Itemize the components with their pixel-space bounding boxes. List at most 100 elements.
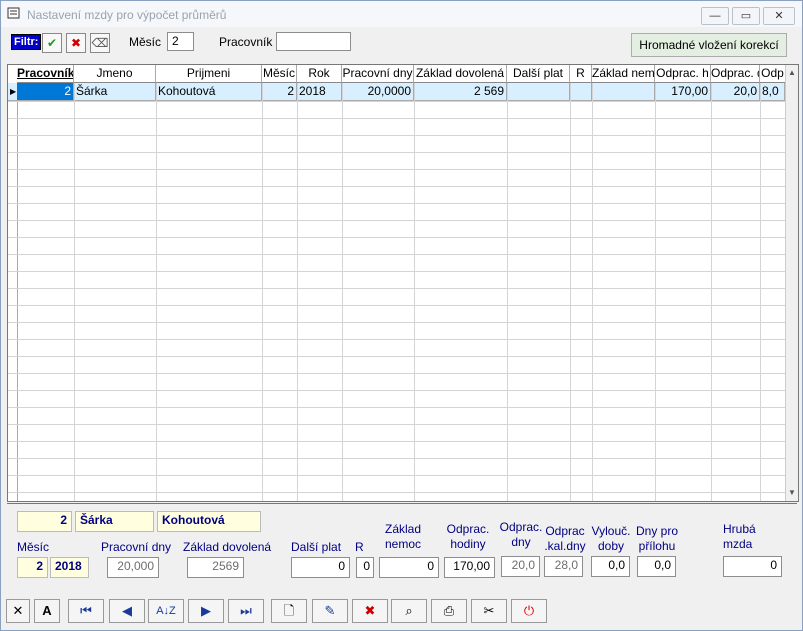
grid-column-line [156, 83, 157, 501]
detail-vylouc-doby-label: Vylouč. doby [591, 524, 631, 553]
apply-filter-button[interactable]: ✔ [42, 33, 62, 53]
detail-vylouc-doby[interactable]: 0,0 [591, 556, 630, 577]
mesic-filter-input[interactable]: 2 [167, 32, 194, 51]
grid-column-line [570, 83, 571, 501]
col-header-odprac-hodiny[interactable]: Odprac. h [655, 65, 711, 83]
vertical-scrollbar[interactable]: ▲ ▼ [785, 65, 798, 501]
col-header-rok[interactable]: Rok [297, 65, 342, 83]
close-record-button[interactable]: ✕ [6, 599, 30, 623]
grid-column-line [655, 83, 656, 501]
delete-record-button[interactable]: ✖ [352, 599, 388, 623]
detail-r[interactable]: 0 [356, 557, 374, 578]
detail-mesic[interactable]: 2 [17, 557, 48, 578]
first-record-icon: ⏮ [80, 603, 92, 618]
title-bar: Nastavení mzdy pro výpočet průměrů — ▭ ✕ [1, 1, 802, 27]
col-header-zaklad-dovolena[interactable]: Základ dovolená [414, 65, 507, 83]
cell-odprac-hodiny[interactable]: 170,00 [655, 83, 711, 100]
close-window-button[interactable]: ✕ [763, 7, 795, 25]
detail-odprac-hodiny[interactable]: 170,00 [444, 557, 495, 578]
grid-row-line [8, 101, 785, 102]
restore-button[interactable]: ▭ [732, 7, 760, 25]
last-record-icon: ⏭ [240, 603, 252, 618]
grid-column-line [760, 83, 761, 501]
cell-zaklad-nemoc[interactable] [592, 83, 655, 100]
tools-button[interactable]: ✂ [471, 599, 507, 623]
first-record-button[interactable]: ⏮ [68, 599, 104, 623]
print-button[interactable]: ⎙ [431, 599, 467, 623]
detail-odprac-dny[interactable]: 20,0 [501, 556, 540, 577]
col-header-odp[interactable]: Odp [760, 65, 786, 83]
cell-r[interactable] [570, 83, 592, 100]
grid-row-line [8, 356, 785, 357]
power-button[interactable]: ⏻ [511, 599, 547, 623]
previous-record-button[interactable]: ◀ [109, 599, 145, 623]
grid-row-line [8, 441, 785, 442]
col-header-mesic[interactable]: Měsíc [262, 65, 297, 83]
cell-zaklad-dovolena[interactable]: 2 569 [414, 83, 507, 100]
check-icon: ✔ [46, 36, 58, 50]
bottom-toolbar: ✕ A ⏮ ◀ A↓Z ▶ ⏭ 🗋 ✎ ✖ ⌕ ⎙ ✂ ⏻ [1, 597, 802, 627]
cell-pracovni-dny[interactable]: 20,0000 [342, 83, 414, 100]
main-window: Nastavení mzdy pro výpočet průměrů — ▭ ✕… [0, 0, 803, 631]
minimize-button[interactable]: — [701, 7, 729, 25]
detail-rok[interactable]: 2018 [50, 557, 89, 578]
col-header-dalsi-plat[interactable]: Další plat [507, 65, 570, 83]
detail-zaklad-nemoc[interactable]: 0 [379, 557, 439, 578]
cell-dalsi-plat[interactable] [507, 83, 570, 100]
scroll-up-icon[interactable]: ▲ [786, 67, 798, 79]
grid-column-line [262, 83, 263, 501]
grid-row-line [8, 458, 785, 459]
grid-row-line [8, 373, 785, 374]
new-record-button[interactable]: 🗋 [271, 599, 307, 623]
detail-odprac-dny-label: Odprac. dny [499, 520, 543, 549]
data-grid[interactable]: ▶ Pracovník Jmeno Prijmeni Měsíc Rok Pra… [7, 64, 799, 502]
cell-odp[interactable]: 8,0 [760, 83, 785, 100]
cell-odprac-dny[interactable]: 20,0 [711, 83, 760, 100]
detail-dny-pro-prilohu[interactable]: 0,0 [637, 556, 676, 577]
col-header-odprac-dny[interactable]: Odprac. d [711, 65, 760, 83]
detail-dny-pro-prilohu-label: Dny pro přílohu [635, 524, 679, 553]
last-record-button[interactable]: ⏭ [228, 599, 264, 623]
detail-pracovnik[interactable]: 2 [17, 511, 72, 532]
cell-jmeno[interactable]: Šárka [74, 83, 156, 100]
col-header-prijmeni[interactable]: Prijmeni [156, 65, 262, 83]
grid-row-line [8, 475, 785, 476]
detail-odprac-kal-dny[interactable]: 28,0 [544, 556, 583, 577]
detail-pracovni-dny-label: Pracovní dny [101, 540, 172, 554]
print-icon: ⎙ [443, 603, 455, 618]
detail-pracovni-dny[interactable]: 20,000 [107, 557, 159, 578]
detail-dalsi-plat[interactable]: 0 [291, 557, 350, 578]
col-header-pracovni-dny[interactable]: Pracovní dny [342, 65, 414, 83]
cancel-filter-button[interactable]: ✖ [66, 33, 86, 53]
filter-bar: Filtr: ✔ ✖ ⌫ Měsíc 2 Pracovník Hromadné … [1, 28, 802, 60]
grid-row-line [8, 237, 785, 238]
detail-hruba-mzda[interactable]: 0 [723, 556, 782, 577]
col-header-jmeno[interactable]: Jmeno [74, 65, 156, 83]
col-header-pracovnik[interactable]: Pracovník [17, 65, 74, 83]
col-header-zaklad-nemoc[interactable]: Základ nem [592, 65, 655, 83]
row-indicator-column [8, 65, 18, 501]
cell-rok[interactable]: 2018 [297, 83, 342, 100]
next-record-button[interactable]: ▶ [188, 599, 224, 623]
scroll-down-icon[interactable]: ▼ [786, 487, 798, 499]
cell-mesic[interactable]: 2 [262, 83, 297, 100]
clear-filter-button[interactable]: ⌫ [90, 33, 110, 53]
sort-button[interactable]: A↓Z [148, 599, 184, 623]
close-icon: ✕ [12, 603, 24, 618]
detail-zaklad-dovolena[interactable]: 2569 [187, 557, 244, 578]
col-header-r[interactable]: R [570, 65, 592, 83]
find-button[interactable]: ⌕ [391, 599, 427, 623]
grid-column-line [711, 83, 712, 501]
window-title: Nastavení mzdy pro výpočet průměrů [27, 8, 227, 22]
edit-record-button[interactable]: ✎ [312, 599, 348, 623]
font-button[interactable]: A [34, 599, 60, 623]
pracovnik-filter-input[interactable] [276, 32, 351, 51]
bulk-correction-button[interactable]: Hromadné vložení korekcí [631, 33, 787, 57]
cell-prijmeni[interactable]: Kohoutová [156, 83, 262, 100]
cell-pracovnik[interactable]: 2 [17, 83, 74, 100]
detail-jmeno[interactable]: Šárka [75, 511, 154, 532]
detail-prijmeni[interactable]: Kohoutová [157, 511, 261, 532]
grid-row-line [8, 220, 785, 221]
grid-row-line [8, 390, 785, 391]
grid-column-line [74, 83, 75, 501]
